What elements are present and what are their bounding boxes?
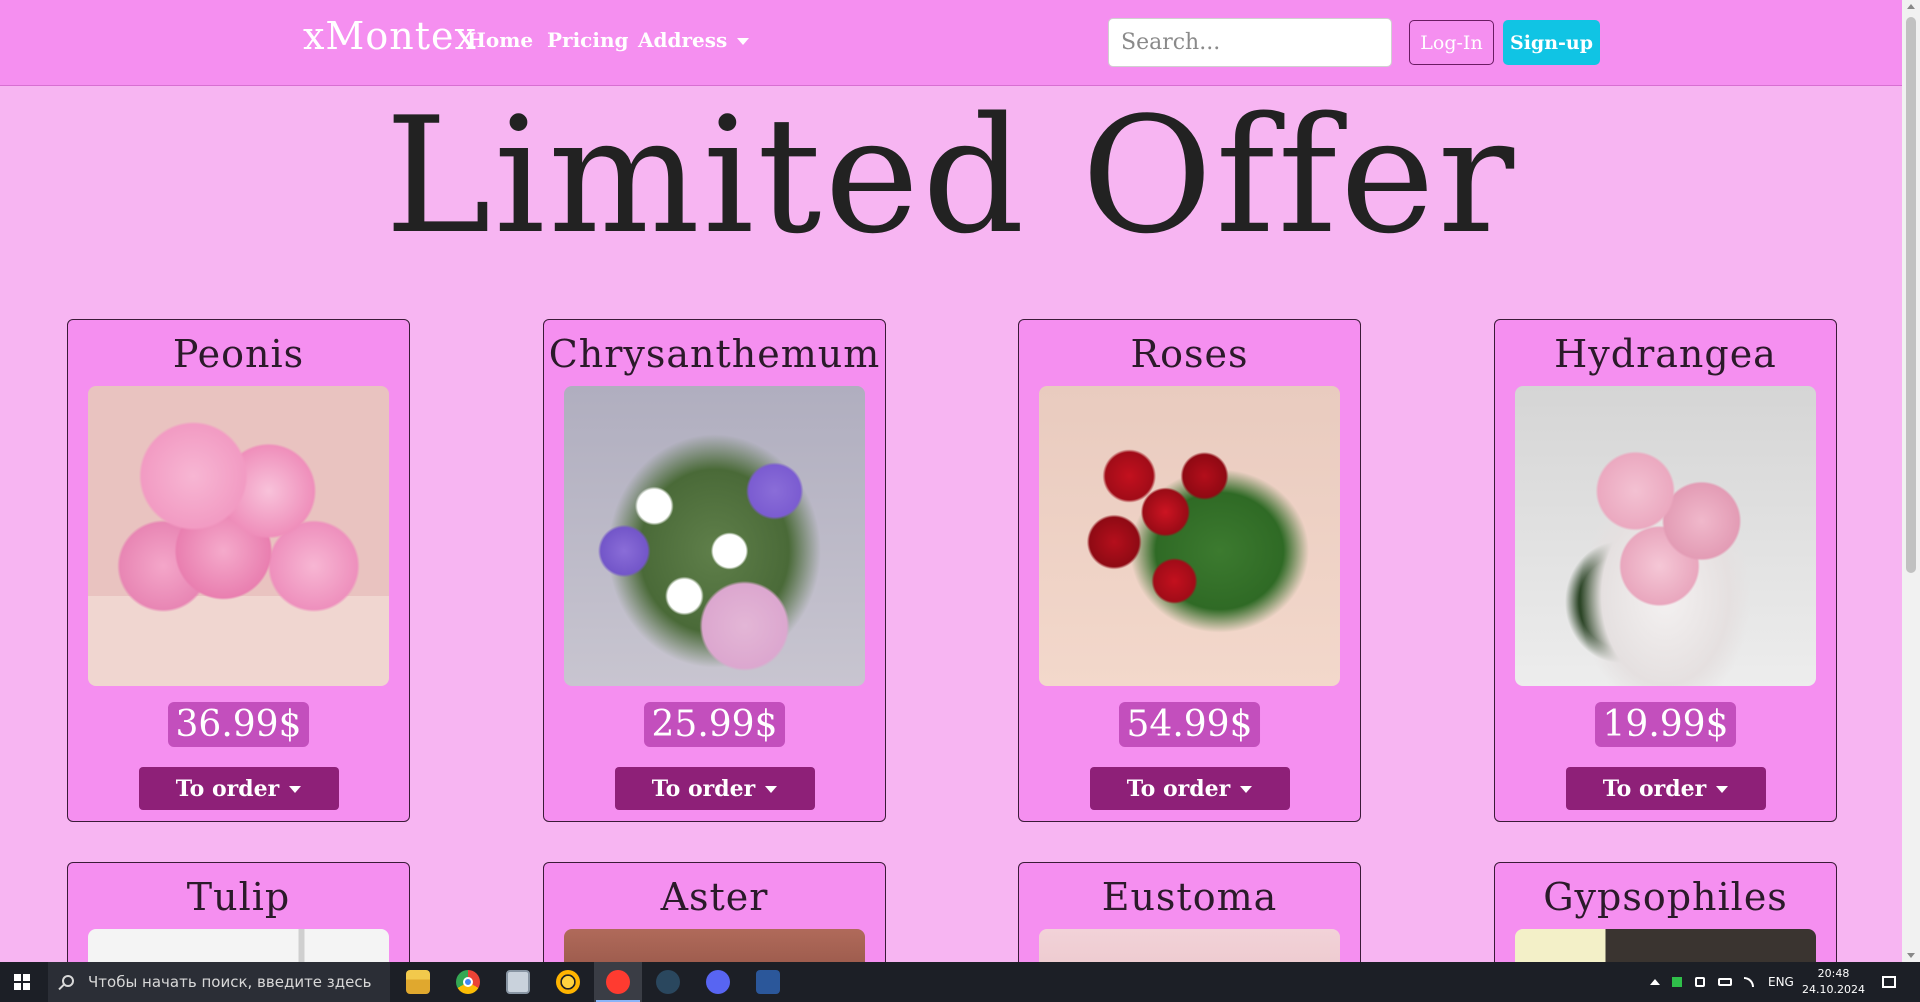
nav-address-label: Address <box>638 28 728 52</box>
caret-down-icon <box>289 786 302 793</box>
discord-icon[interactable] <box>694 962 742 1002</box>
nav-pricing-link[interactable]: Pricing <box>547 28 628 52</box>
battery-icon[interactable] <box>1718 978 1732 986</box>
word-icon[interactable] <box>744 962 792 1002</box>
product-card-chrysanthemum: Chrysanthemum 25.99$ To order <box>543 319 886 822</box>
windows-start-icon[interactable] <box>14 974 30 990</box>
product-price: 25.99$ <box>643 702 786 747</box>
chevron-up-icon[interactable] <box>1650 979 1660 985</box>
top-navbar: xMontex Home Pricing Address Log-In Sign… <box>0 0 1902 86</box>
to-order-label: To order <box>1602 775 1707 802</box>
login-button[interactable]: Log-In <box>1409 20 1494 65</box>
to-order-label: To order <box>1126 775 1231 802</box>
notification-icon[interactable] <box>1882 976 1896 988</box>
product-name: Tulip <box>186 875 291 919</box>
signup-button[interactable]: Sign-up <box>1503 20 1600 65</box>
brand-logo[interactable]: xMontex <box>303 14 477 58</box>
to-order-button[interactable]: To order <box>1089 767 1290 810</box>
caret-down-icon <box>1240 786 1253 793</box>
peony-bouquet-image <box>88 386 389 686</box>
volume-icon[interactable] <box>1695 977 1705 987</box>
product-card-peonis: Peonis 36.99$ To order <box>67 319 410 822</box>
wifi-icon[interactable] <box>1744 977 1754 987</box>
product-price: 36.99$ <box>167 702 310 747</box>
clock-date: 24.10.2024 <box>1802 983 1865 996</box>
language-indicator[interactable]: ENG <box>1768 962 1794 1002</box>
scroll-down-arrow-icon[interactable] <box>1907 953 1915 958</box>
steam-icon[interactable] <box>644 962 692 1002</box>
product-card-roses: Roses 54.99$ To order <box>1018 319 1361 822</box>
product-name: Hydrangea <box>1554 332 1777 376</box>
flag-icon[interactable] <box>1672 977 1682 987</box>
taskbar-clock[interactable]: 20:48 24.10.2024 <box>1802 966 1865 1002</box>
product-name: Peonis <box>172 332 305 376</box>
page-scrollbar[interactable] <box>1902 0 1920 962</box>
product-price: 54.99$ <box>1118 702 1261 747</box>
scroll-up-arrow-icon[interactable] <box>1907 4 1915 9</box>
nav-address-dropdown[interactable]: Address <box>638 28 750 52</box>
product-name: Chrysanthemum <box>548 332 881 376</box>
taskbar-search-placeholder: Чтобы начать поиск, введите здесь запрос <box>88 973 372 991</box>
windows-taskbar: Чтобы начать поиск, введите здесь запрос… <box>0 962 1920 1002</box>
chrome-icon[interactable] <box>444 962 492 1002</box>
taskbar-search-box[interactable]: Чтобы начать поиск, введите здесь запрос <box>48 962 390 1002</box>
search-input[interactable] <box>1108 18 1392 67</box>
caret-down-icon <box>737 38 750 45</box>
to-order-button[interactable]: To order <box>138 767 339 810</box>
page-title: Limited Offer <box>384 82 1518 269</box>
chrysanthemum-bouquet-image <box>564 386 865 686</box>
to-order-label: To order <box>175 775 280 802</box>
to-order-button[interactable]: To order <box>614 767 815 810</box>
product-price: 19.99$ <box>1594 702 1737 747</box>
file-explorer-icon[interactable] <box>394 962 442 1002</box>
roses-bouquet-image <box>1039 386 1340 686</box>
to-order-label: To order <box>651 775 756 802</box>
search-icon <box>62 975 74 987</box>
app-window-icon[interactable] <box>494 962 542 1002</box>
caret-down-icon <box>1716 786 1729 793</box>
product-name: Roses <box>1130 332 1249 376</box>
caret-down-icon <box>765 786 778 793</box>
sun-app-icon[interactable] <box>544 962 592 1002</box>
product-name: Aster <box>660 875 769 919</box>
product-card-hydrangea: Hydrangea 19.99$ To order <box>1494 319 1837 822</box>
clock-time: 20:48 <box>1817 967 1850 980</box>
product-name: Eustoma <box>1101 875 1278 919</box>
hydrangea-bouquet-image <box>1515 386 1816 686</box>
product-name: Gypsophiles <box>1543 875 1788 919</box>
scroll-thumb[interactable] <box>1906 17 1916 573</box>
yandex-browser-icon[interactable] <box>594 962 642 1002</box>
nav-home-link[interactable]: Home <box>467 28 533 52</box>
to-order-button[interactable]: To order <box>1565 767 1766 810</box>
